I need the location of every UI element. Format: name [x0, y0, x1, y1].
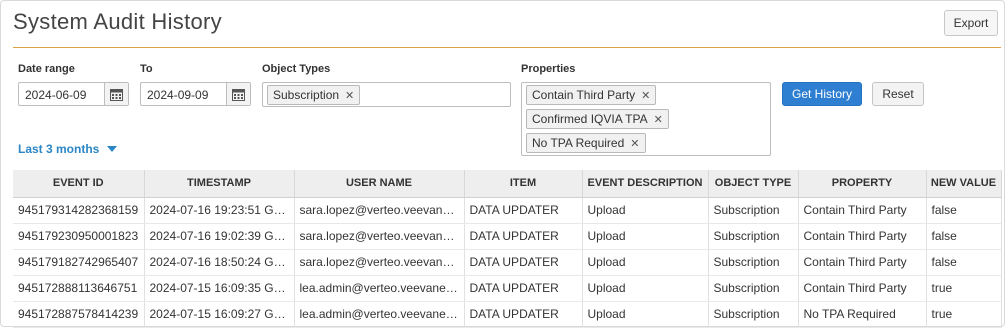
cell-property: No TPA Required [798, 301, 927, 328]
cell-new-value: false [926, 197, 1002, 224]
date-range-label: Date range [18, 63, 75, 75]
cell-item: DATA UPDATER [464, 223, 583, 250]
date-from-field[interactable]: 2024-06-09 [18, 82, 129, 106]
remove-tag-icon[interactable]: ✕ [630, 137, 639, 150]
properties-label: Properties [521, 63, 576, 75]
cell-timestamp: 2024-07-16 18:50:24 GMT [144, 249, 295, 276]
cell-item: DATA UPDATER [464, 249, 583, 276]
cell-item: DATA UPDATER [464, 197, 583, 224]
get-history-button[interactable]: Get History [782, 82, 862, 106]
table-header-row: EVENT ID TIMESTAMP USER NAME ITEM EVENT … [13, 170, 1002, 198]
cell-property: Contain Third Party [798, 275, 927, 302]
cell-object-type: Subscription [708, 197, 799, 224]
cell-user-name: sara.lopez@verteo.veevanet.... [294, 223, 465, 250]
date-preset-label: Last 3 months [18, 142, 100, 156]
column-header-item[interactable]: ITEM [464, 170, 583, 198]
object-types-input[interactable]: Subscription ✕ [262, 82, 511, 107]
cell-object-type: Subscription [708, 249, 799, 276]
cell-new-value: true [926, 275, 1002, 302]
column-header-user-name[interactable]: USER NAME [294, 170, 465, 198]
cell-event-id: 945172887578414239 [13, 301, 145, 328]
date-from-value: 2024-06-09 [25, 88, 87, 102]
cell-timestamp: 2024-07-15 16:09:27 GMT [144, 301, 295, 328]
cell-item: DATA UPDATER [464, 301, 583, 328]
cell-property: Contain Third Party [798, 197, 927, 224]
calendar-icon[interactable] [226, 83, 250, 105]
remove-tag-icon[interactable]: ✕ [654, 113, 663, 126]
to-label: To [140, 63, 153, 75]
remove-tag-icon[interactable]: ✕ [641, 89, 650, 102]
cell-event-id: 945179314282368159 [13, 197, 145, 224]
properties-input[interactable]: Contain Third Party ✕ Confirmed IQVIA TP… [521, 82, 771, 156]
cell-event-id: 945179182742965407 [13, 249, 145, 276]
cell-timestamp: 2024-07-16 19:23:51 GMT [144, 197, 295, 224]
date-preset-dropdown[interactable]: Last 3 months [18, 142, 118, 156]
audit-history-panel: System Audit History Export Date range 2… [0, 0, 1005, 328]
property-tag: Confirmed IQVIA TPA ✕ [526, 109, 669, 129]
remove-tag-icon[interactable]: ✕ [345, 89, 354, 102]
cell-event-description: Upload [582, 249, 709, 276]
reset-button[interactable]: Reset [872, 82, 924, 106]
calendar-icon[interactable] [104, 83, 128, 105]
cell-object-type: Subscription [708, 223, 799, 250]
cell-event-id: 945179230950001823 [13, 223, 145, 250]
column-header-timestamp[interactable]: TIMESTAMP [144, 170, 295, 198]
column-header-property[interactable]: PROPERTY [798, 170, 927, 198]
cell-user-name: lea.admin@verteo.veevanet.... [294, 275, 465, 302]
caret-down-icon [107, 146, 118, 152]
cell-event-description: Upload [582, 197, 709, 224]
cell-event-description: Upload [582, 223, 709, 250]
page-title: System Audit History [13, 9, 222, 34]
table-row[interactable]: 945179314282368159 2024-07-16 19:23:51 G… [13, 197, 1002, 224]
cell-new-value: false [926, 249, 1002, 276]
cell-item: DATA UPDATER [464, 275, 583, 302]
cell-new-value: true [926, 301, 1002, 328]
cell-property: Contain Third Party [798, 249, 927, 276]
cell-user-name: sara.lopez@verteo.veevanet.... [294, 197, 465, 224]
table-row[interactable]: 945179230950001823 2024-07-16 19:02:39 G… [13, 223, 1002, 250]
column-header-new-value[interactable]: NEW VALUE [926, 170, 1002, 198]
cell-event-description: Upload [582, 275, 709, 302]
table-row[interactable]: 945179182742965407 2024-07-16 18:50:24 G… [13, 249, 1002, 276]
cell-timestamp: 2024-07-16 19:02:39 GMT [144, 223, 295, 250]
cell-event-id: 945172888113646751 [13, 275, 145, 302]
table-row[interactable]: 945172887578414239 2024-07-15 16:09:27 G… [13, 301, 1002, 328]
table-row[interactable]: 945172888113646751 2024-07-15 16:09:35 G… [13, 275, 1002, 302]
cell-new-value: false [926, 223, 1002, 250]
cell-object-type: Subscription [708, 275, 799, 302]
column-header-event-id[interactable]: EVENT ID [13, 170, 145, 198]
property-tag: Contain Third Party ✕ [526, 85, 657, 105]
object-types-label: Object Types [262, 63, 331, 75]
cell-event-description: Upload [582, 301, 709, 328]
date-to-field[interactable]: 2024-09-09 [140, 82, 251, 106]
header-divider [13, 47, 1001, 48]
cell-timestamp: 2024-07-15 16:09:35 GMT [144, 275, 295, 302]
audit-table: EVENT ID TIMESTAMP USER NAME ITEM EVENT … [13, 170, 1002, 328]
property-tag: No TPA Required ✕ [526, 133, 646, 153]
date-to-value: 2024-09-09 [147, 88, 209, 102]
cell-user-name: lea.admin@verteo.veevanet.... [294, 301, 465, 328]
cell-object-type: Subscription [708, 301, 799, 328]
cell-property: Contain Third Party [798, 223, 927, 250]
object-type-tag: Subscription ✕ [267, 85, 361, 105]
column-header-object-type[interactable]: OBJECT TYPE [708, 170, 799, 198]
cell-user-name: sara.lopez@verteo.veevanet.... [294, 249, 465, 276]
export-button[interactable]: Export [944, 10, 998, 36]
column-header-event-description[interactable]: EVENT DESCRIPTION [582, 170, 709, 198]
